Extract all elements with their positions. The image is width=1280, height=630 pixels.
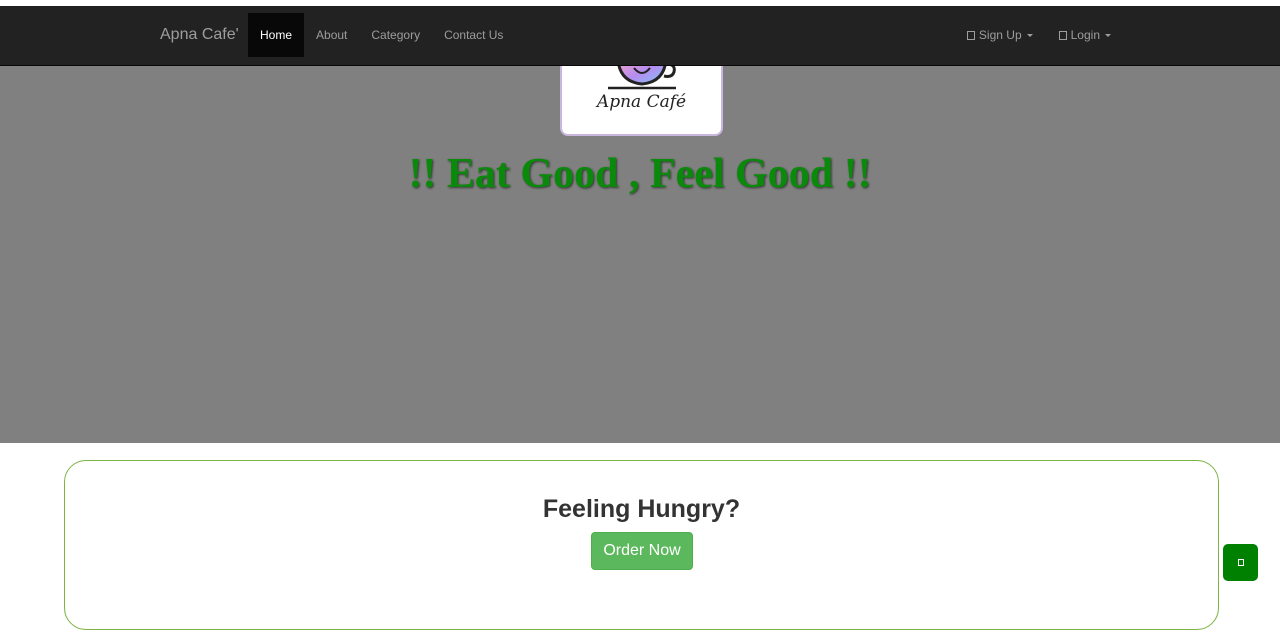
chat-icon (1237, 559, 1244, 566)
caret-down-icon (1026, 33, 1033, 37)
brand-link[interactable]: Apna Cafe' (160, 26, 239, 44)
order-title: Feeling Hungry? (542, 495, 741, 523)
nav-category[interactable]: Category (359, 13, 432, 57)
login-icon (1058, 30, 1067, 40)
navbar: Apna Cafe' Home About Category Contact U… (0, 6, 1280, 66)
login-dropdown[interactable]: Login (1046, 13, 1124, 57)
hero-tagline: !! Eat Good , Feel Good !! (408, 151, 872, 197)
order-now-button[interactable]: Order Now (591, 532, 693, 570)
floating-chat-button[interactable] (1223, 544, 1258, 581)
signup-label: Sign Up (978, 28, 1022, 42)
signup-dropdown[interactable]: Sign Up (954, 13, 1046, 57)
nav-menu: Home About Category Contact Us (248, 13, 515, 57)
nav-account: Sign Up Login (954, 13, 1124, 57)
caret-down-icon (1105, 33, 1111, 37)
nav-about[interactable]: About (304, 13, 359, 57)
nav-home[interactable]: Home (248, 13, 305, 57)
login-label: Login (1070, 28, 1100, 42)
order-card: Feeling Hungry? Order Now (64, 460, 1219, 630)
logo-text: Apna Café (596, 92, 687, 112)
user-icon (966, 30, 975, 40)
nav-contact[interactable]: Contact Us (432, 13, 515, 57)
